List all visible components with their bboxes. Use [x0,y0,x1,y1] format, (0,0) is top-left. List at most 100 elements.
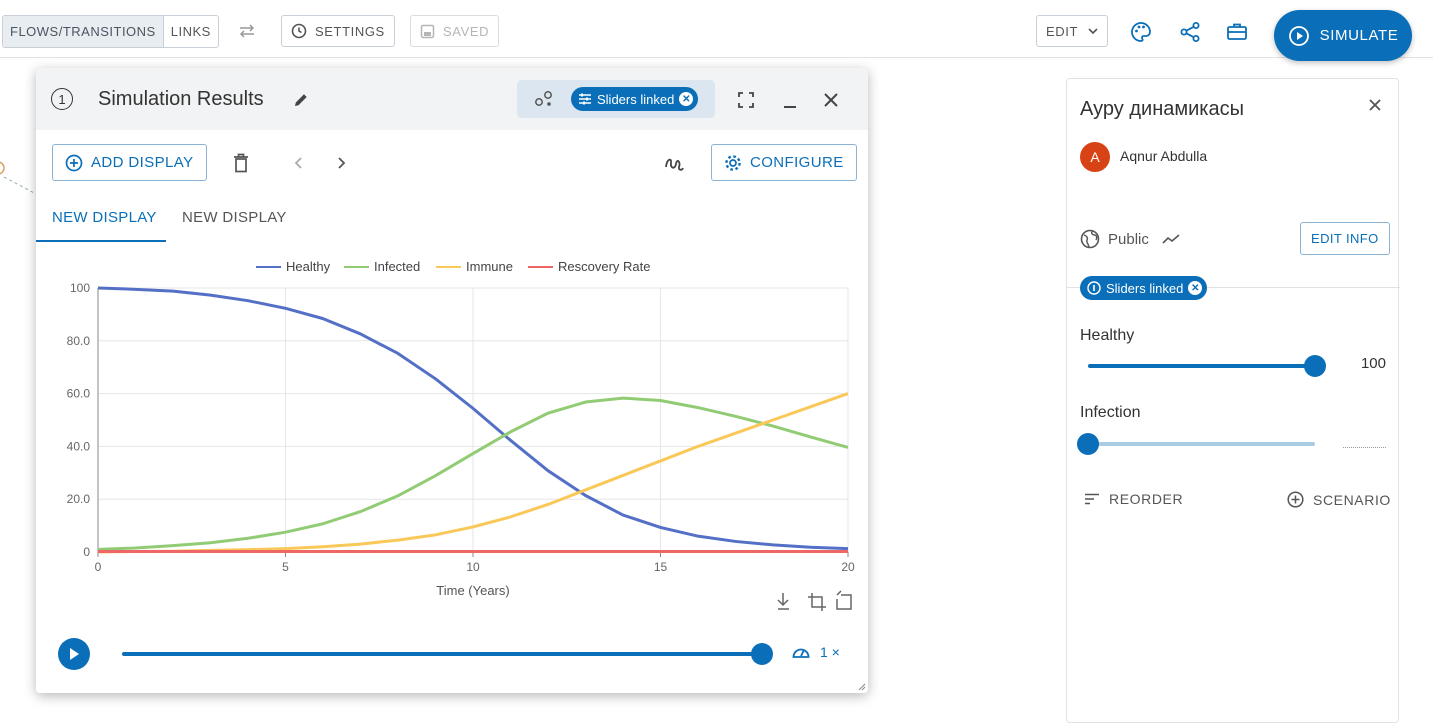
pencil-icon[interactable] [290,89,312,111]
legend-label: Healthy [286,259,331,274]
y-tick-label: 60.0 [67,387,91,401]
toolbox-icon[interactable] [1224,19,1250,45]
close-icon[interactable] [1365,95,1385,115]
clock-icon [291,23,307,39]
simulate-label: SIMULATE [1319,27,1399,44]
globe-icon [1080,229,1100,249]
links-tab[interactable]: LINKS [164,16,218,47]
visibility-status: Public [1080,229,1181,249]
scenario-nodes-icon[interactable] [533,89,555,109]
sliders-linked-chip[interactable]: Sliders linked ✕ [1080,276,1208,300]
sliders-linked-chip[interactable]: Sliders linked ✕ [571,87,699,111]
active-tab-indicator [36,240,166,242]
avatar: A [1080,142,1110,172]
edit-label: EDIT [1046,23,1079,39]
playback-thumb[interactable] [751,643,773,665]
speedometer-icon [792,648,810,658]
healthy-slider-value[interactable]: 100 [1347,355,1386,372]
y-tick-label: 100 [70,281,90,295]
y-tick-label: 20.0 [67,492,91,506]
infection-slider-track[interactable] [1088,442,1315,446]
swap-arrows-icon[interactable] [236,20,258,42]
share-icon[interactable] [1177,19,1203,45]
chevron-right-icon[interactable] [331,153,351,173]
infection-slider-thumb[interactable] [1077,433,1099,455]
play-icon [70,648,79,660]
reorder-button[interactable]: REORDER [1084,491,1183,507]
simulation-line-chart: 0 20.0 40.0 60.0 80.0 100 0 5 10 15 20 Time (Years)… [67,259,855,611]
simulation-results-dialog: 1 Simulation Results Sliders linked ✕ AD [36,68,868,693]
legend-label: Rescovery Rate [558,259,650,274]
edit-dropdown[interactable]: EDIT [1036,15,1109,47]
add-display-button[interactable]: ADD DISPLAY [52,144,207,181]
tab-new-display-1[interactable]: NEW DISPLAY [52,209,157,226]
top-toolbar: FLOWS/TRANSITIONS LINKS SETTINGS SAVED E… [0,0,1433,61]
y-tick-label: 40.0 [67,439,91,453]
sliders-linked-label: Sliders linked [1106,280,1184,296]
model-title: Ауру динамикасы [1080,98,1244,120]
download-icon[interactable] [777,593,789,610]
fullscreen-icon[interactable] [735,89,757,111]
canvas-link-fragment [0,161,39,196]
configure-button[interactable]: CONFIGURE [711,144,857,181]
zoom-select-icon[interactable] [808,593,826,611]
y-tick-label: 80.0 [67,334,91,348]
x-tick-label: 5 [282,560,289,574]
gear-icon [725,154,741,171]
sliders-icon [579,93,591,105]
remove-chip-icon[interactable]: ✕ [1188,281,1203,295]
simulate-button[interactable]: SIMULATE [1274,10,1412,61]
add-display-label: ADD DISPLAY [91,154,194,171]
add-scenario-button[interactable]: SCENARIO [1287,491,1391,508]
dialog-header[interactable]: 1 Simulation Results Sliders linked ✕ [36,68,868,130]
x-tick-label: 15 [654,560,668,574]
model-info-panel: Ауру динамикасы A Aqnur Abdulla Public E… [1066,78,1400,723]
author-name[interactable]: Aqnur Abdulla [1120,148,1207,164]
x-tick-label: 20 [841,560,855,574]
visibility-label: Public [1108,230,1149,248]
close-icon[interactable] [820,89,842,111]
view-mode-toggle: FLOWS/TRANSITIONS LINKS [2,15,219,48]
y-tick-label: 0 [83,545,90,559]
minimize-icon[interactable] [779,89,801,111]
chevron-left-icon[interactable] [289,153,309,173]
info-circle-icon [1087,281,1101,295]
play-circle-icon [1288,25,1309,46]
zoom-reset-icon[interactable] [836,590,852,610]
x-tick-label: 0 [95,560,102,574]
legend-label: Immune [466,259,513,274]
sliders-linked-label: Sliders linked [597,91,675,107]
healthy-slider-track[interactable] [1088,364,1315,368]
x-tick-label: 10 [466,560,480,574]
playback-timeline[interactable] [122,652,762,656]
edit-info-button[interactable]: EDIT INFO [1300,222,1390,255]
saved-button[interactable]: SAVED [410,15,500,47]
trash-icon[interactable] [230,152,252,174]
flows-transitions-tab[interactable]: FLOWS/TRANSITIONS [3,16,164,47]
healthy-slider-label: Healthy [1080,327,1135,344]
speed-label: 1 × [820,644,840,660]
plus-circle-icon [65,154,83,171]
infection-slider-label: Infection [1080,404,1141,421]
settings-button[interactable]: SETTINGS [281,15,395,47]
curve-fit-icon[interactable] [662,152,686,176]
resize-handle-icon[interactable] [858,683,866,691]
plus-circle-icon [1287,491,1304,508]
settings-label: SETTINGS [315,23,385,39]
reorder-label: REORDER [1109,491,1184,507]
dialog-title: Simulation Results [98,88,264,110]
chevron-down-icon [1088,27,1098,34]
slider-link-group: Sliders linked ✕ [517,80,715,118]
healthy-slider-thumb[interactable] [1304,355,1326,377]
save-icon [420,24,435,38]
play-button[interactable] [58,638,90,670]
palette-icon[interactable] [1128,19,1154,45]
tab-new-display-2[interactable]: NEW DISPLAY [182,209,287,226]
configure-label: CONFIGURE [750,154,844,171]
scenario-label: SCENARIO [1313,491,1391,508]
infection-slider-value[interactable] [1343,447,1386,448]
speed-control[interactable]: 1 × [791,644,840,660]
remove-chip-icon[interactable]: ✕ [679,92,694,106]
sort-icon [1085,493,1099,505]
dialog-number-badge: 1 [51,88,73,110]
